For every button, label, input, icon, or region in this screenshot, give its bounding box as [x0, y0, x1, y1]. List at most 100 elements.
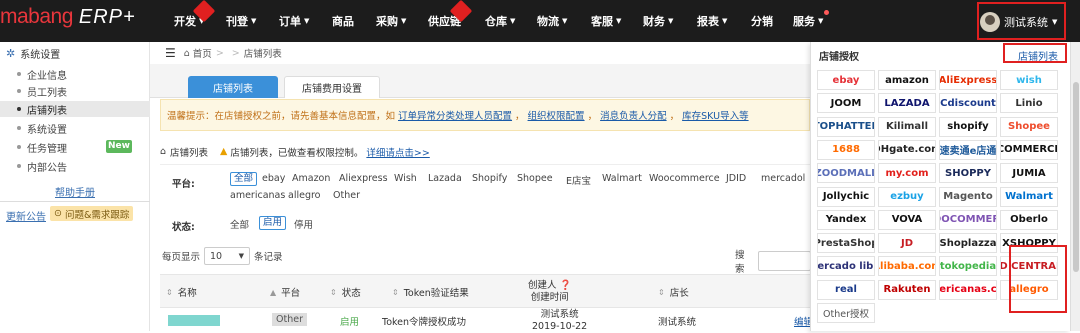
platform-option-7[interactable]: Shopee — [517, 173, 553, 184]
nav-item-8[interactable]: 客服 ▼ — [591, 0, 621, 42]
platform-auth-21[interactable]: ezbuy — [878, 186, 936, 207]
platform-auth-22[interactable]: Magento — [939, 186, 997, 207]
platform-auth-10[interactable]: shopify — [939, 116, 997, 137]
platform-auth-19[interactable]: JUMIA — [1000, 163, 1058, 184]
status-option-disabled[interactable]: 停用 — [294, 217, 313, 231]
nav-item-3[interactable]: 商品 — [332, 0, 354, 42]
tab-shop-fee[interactable]: 店铺费用设置 — [284, 76, 380, 98]
platform-option-2[interactable]: Amazon — [292, 173, 330, 184]
platform-auth-29[interactable]: JD — [878, 233, 936, 254]
sidebar-item-announcements[interactable]: 内部公告 — [0, 158, 150, 174]
scrollbar-thumb[interactable] — [1073, 82, 1079, 272]
col-creator[interactable]: 创建人 ❓ 创建时间 — [528, 275, 571, 309]
col-platform[interactable]: ▲ 平台 — [270, 275, 300, 309]
platform-auth-0[interactable]: ebay — [817, 70, 875, 90]
platform-auth-32[interactable]: mercado libre — [817, 256, 875, 277]
platform-auth-28[interactable]: PrestaShop — [817, 233, 875, 254]
platform-auth-33[interactable]: Alibaba.com — [878, 256, 936, 277]
platform-option-1[interactable]: ebay — [262, 173, 285, 184]
platform-auth-4[interactable]: JOOM — [817, 93, 875, 114]
nav-item-0[interactable]: 开发▼ — [174, 0, 216, 42]
sidebar-item-staff[interactable]: 员工列表 — [0, 83, 150, 99]
platform-auth-35[interactable]: JD CENTRAL — [1000, 256, 1058, 277]
platform-auth-17[interactable]: my.com — [878, 163, 936, 184]
platform-auth-11[interactable]: Shopee — [1000, 116, 1058, 137]
platform-auth-12[interactable]: 1688 — [817, 139, 875, 160]
scrollbar[interactable] — [1070, 42, 1080, 331]
platform-auth-31[interactable]: XSHOPPY — [1000, 233, 1058, 254]
details-link[interactable]: 详细请点击>> — [366, 145, 429, 159]
platform-auth-40[interactable]: Other授权 — [817, 303, 875, 323]
platform-option-row2-2[interactable]: Other — [333, 190, 360, 201]
platform-auth-7[interactable]: Linio — [1000, 93, 1058, 114]
col-status[interactable]: ⇕ 状态 — [330, 275, 361, 309]
platform-auth-26[interactable]: WOOCOMMERCE — [939, 209, 997, 230]
nav-item-12[interactable]: 服务 ▼ — [793, 0, 830, 42]
col-name[interactable]: ⇕ 名称 — [166, 275, 197, 309]
platform-auth-27[interactable]: Oberlo — [1000, 209, 1058, 230]
nav-item-2[interactable]: 订单 ▼ — [279, 0, 309, 42]
platform-option-8[interactable]: E店宝 — [566, 173, 591, 187]
platform-option-11[interactable]: JDID — [726, 173, 746, 184]
platform-auth-20[interactable]: Jollychic — [817, 186, 875, 207]
logo[interactable]: mabang ERP+ — [0, 5, 136, 37]
search-input[interactable] — [757, 251, 811, 271]
status-option-all[interactable]: 全部 — [230, 217, 249, 231]
sidebar-item-shops[interactable]: 店铺列表 — [0, 101, 150, 117]
platform-option-6[interactable]: Shopify — [472, 173, 507, 184]
platform-auth-38[interactable]: americanas.com — [939, 279, 997, 300]
platform-option-row2-1[interactable]: allegro — [288, 190, 321, 201]
platform-auth-8[interactable]: TOPHATTER — [817, 116, 875, 137]
platform-auth-6[interactable]: Cdiscount — [939, 93, 997, 114]
nav-item-11[interactable]: 分销 — [751, 0, 773, 42]
platform-auth-9[interactable]: Kilimall — [878, 116, 936, 137]
update-notice-link[interactable]: 更新公告 — [6, 208, 46, 223]
platform-auth-37[interactable]: Rakuten — [878, 279, 936, 300]
platform-option-3[interactable]: Aliexpress — [339, 173, 388, 184]
user-menu[interactable]: 测试系统 ▼ — [980, 6, 1064, 38]
menu-toggle-icon[interactable]: ☰ — [165, 46, 176, 60]
page-size-select[interactable]: 10 ▼ — [204, 247, 251, 265]
tip-link-message[interactable]: 消息负责人分配 — [600, 108, 667, 122]
col-token[interactable]: ⇕ Token验证结果 — [392, 275, 469, 309]
platform-option-10[interactable]: Woocommerce — [649, 173, 720, 184]
platform-auth-1[interactable]: amazon — [878, 70, 936, 90]
platform-option-row2-0[interactable]: americanas — [230, 190, 285, 201]
platform-option-0[interactable]: 全部 — [230, 172, 258, 186]
nav-item-5[interactable]: 供应链 — [428, 0, 473, 42]
platform-auth-14[interactable]: 速卖通e店通 — [939, 139, 997, 160]
tip-link-exception[interactable]: 订单异常分类处理人员配置 — [398, 108, 512, 122]
platform-auth-18[interactable]: SHOPPY — [939, 163, 997, 184]
nav-item-7[interactable]: 物流 ▼ — [537, 0, 567, 42]
breadcrumb-home[interactable]: 首页 — [193, 46, 212, 60]
platform-auth-5[interactable]: LAZADA — [878, 93, 936, 114]
nav-item-6[interactable]: 仓库 ▼ — [485, 0, 515, 42]
nav-item-1[interactable]: 刊登 ▼ — [226, 0, 256, 42]
platform-auth-2[interactable]: AliExpress — [939, 70, 997, 90]
platform-auth-16[interactable]: ZOODMALL — [817, 163, 875, 184]
platform-option-9[interactable]: Walmart — [602, 173, 642, 184]
platform-option-12[interactable]: mercadol — [761, 173, 805, 184]
platform-auth-25[interactable]: VOVA — [878, 209, 936, 230]
sidebar-item-settings[interactable]: 系统设置 — [0, 120, 150, 136]
help-manual-link[interactable]: 帮助手册 — [0, 184, 150, 199]
platform-option-4[interactable]: Wish — [394, 173, 417, 184]
sidebar-section-title[interactable]: ✲ 系统设置 — [6, 46, 60, 61]
platform-auth-34[interactable]: tokopedia — [939, 256, 997, 277]
tip-link-permission[interactable]: 组织权限配置 — [528, 108, 585, 122]
nav-item-9[interactable]: 财务 ▼ — [643, 0, 673, 42]
tip-link-sku[interactable]: 库存SKU导入等 — [682, 108, 748, 122]
platform-auth-39[interactable]: allegro — [1000, 279, 1058, 300]
nav-item-4[interactable]: 采购 ▼ — [376, 0, 406, 42]
platform-option-5[interactable]: Lazada — [428, 173, 462, 184]
platform-auth-15[interactable]: COMMERCE — [1000, 139, 1058, 160]
tab-shop-list[interactable]: 店铺列表 — [188, 76, 278, 98]
sidebar-item-company[interactable]: 企业信息 — [0, 66, 150, 82]
platform-auth-23[interactable]: Walmart — [1000, 186, 1058, 207]
platform-auth-30[interactable]: Shoplazza — [939, 233, 997, 254]
issue-tracker-button[interactable]: ⊙ 问题&需求跟踪 — [50, 206, 134, 221]
platform-auth-24[interactable]: Yandex — [817, 209, 875, 230]
nav-item-10[interactable]: 报表 ▼ — [697, 0, 727, 42]
platform-auth-3[interactable]: wish — [1000, 70, 1058, 90]
panel-shop-list-link[interactable]: 店铺列表 — [1018, 48, 1058, 63]
